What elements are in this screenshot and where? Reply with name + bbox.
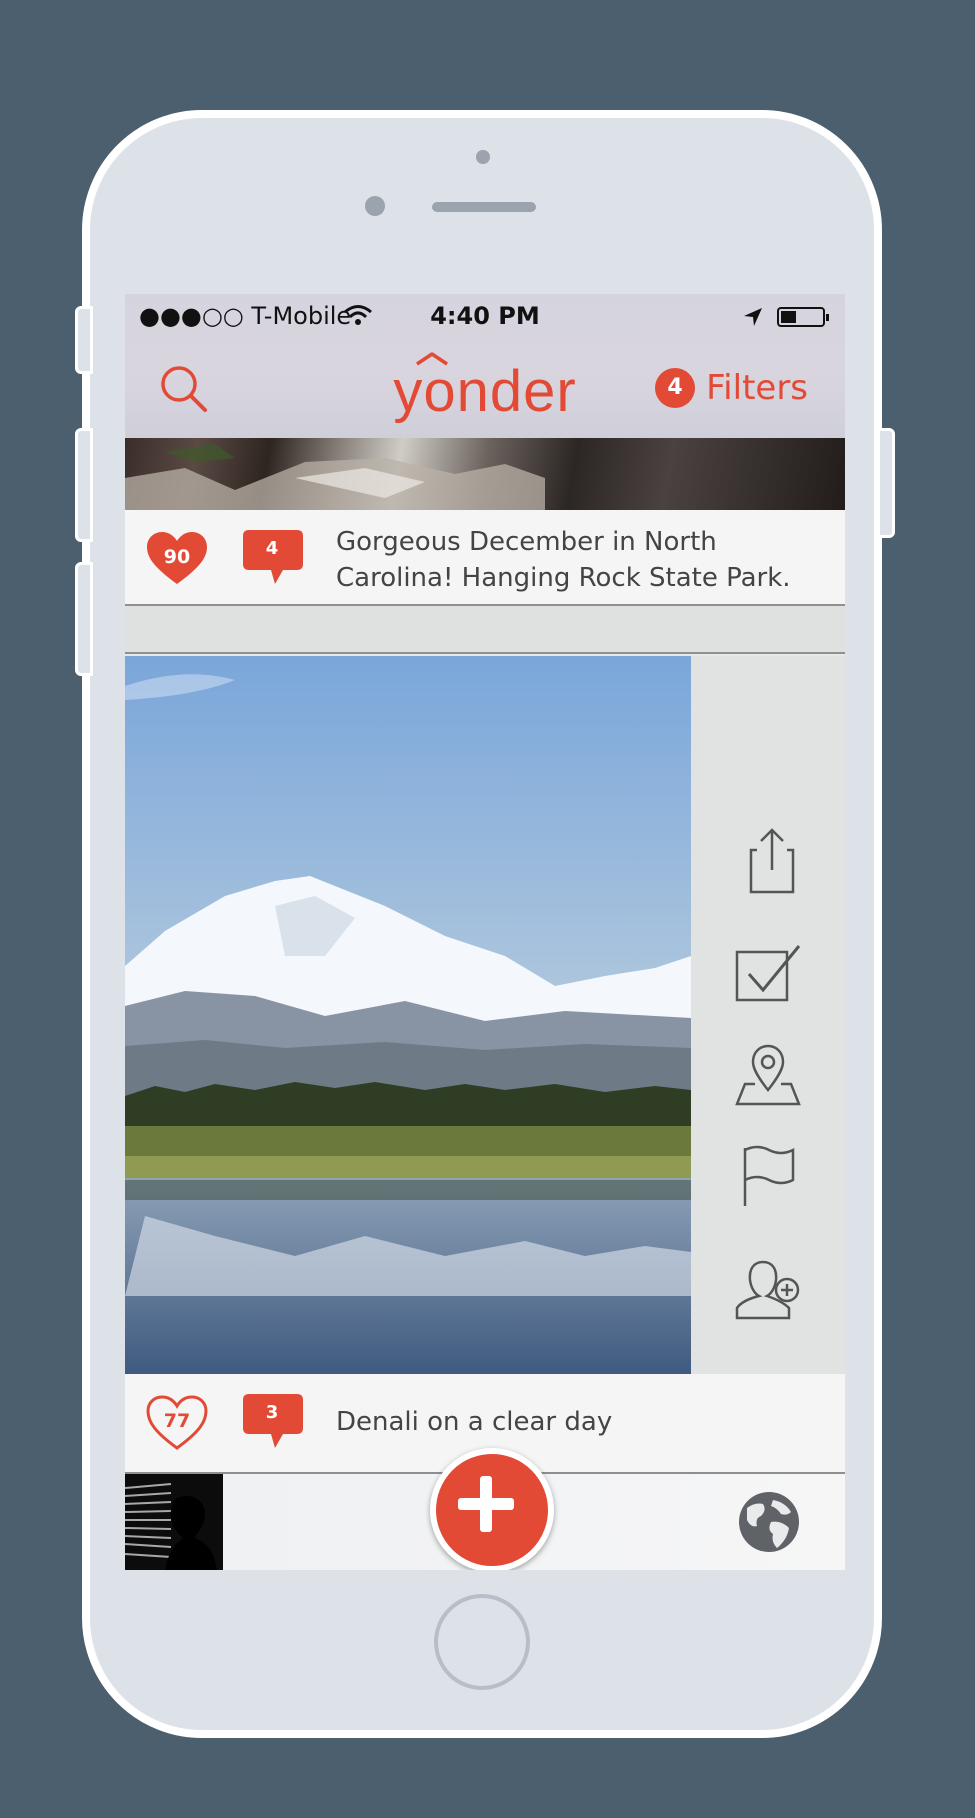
comment-button[interactable]: 4	[241, 528, 305, 590]
rock-photo-art	[125, 444, 545, 510]
like-count: 90	[163, 546, 191, 568]
add-post-button[interactable]	[430, 1448, 554, 1570]
power-button	[877, 428, 895, 538]
post-caption: Gorgeous December in North Carolina! Han…	[336, 527, 791, 593]
post-photo-rocks[interactable]	[125, 438, 845, 510]
follow-user-button[interactable]	[733, 1256, 803, 1326]
map-pin-icon	[735, 1044, 801, 1106]
like-count: 77	[163, 1410, 191, 1432]
comment-count: 3	[265, 1402, 279, 1423]
feed-divider	[125, 606, 845, 654]
volume-up-button	[75, 428, 93, 542]
comment-count: 4	[265, 538, 279, 559]
like-button[interactable]: 90	[145, 530, 209, 588]
bottom-bar	[125, 1448, 845, 1570]
mute-switch	[75, 306, 93, 374]
search-icon	[161, 366, 207, 412]
comment-button[interactable]: 3	[241, 1392, 305, 1454]
search-button[interactable]	[155, 360, 215, 420]
location-button[interactable]	[733, 1040, 803, 1110]
earpiece-speaker	[432, 202, 536, 212]
avatar	[125, 1474, 223, 1570]
home-button[interactable]	[434, 1594, 530, 1690]
post-caption: Denali on a clear day	[336, 1407, 613, 1437]
checkbox-icon	[735, 945, 801, 1002]
status-time: 4:40 PM	[430, 302, 540, 330]
checklist-button[interactable]	[733, 936, 803, 1006]
filters-label: Filters	[706, 368, 809, 408]
battery-icon	[777, 307, 829, 327]
app-screen: ●●●○○ T-Mobile 4:40 PM yonder 4 Filters …	[125, 294, 845, 1570]
post-card: 90 4 Gorgeous December in North Carolina…	[125, 510, 845, 606]
post-actions-panel	[691, 656, 845, 1374]
location-arrow-icon	[742, 306, 764, 334]
filters-button[interactable]: 4 Filters	[655, 368, 808, 412]
explore-globe-button[interactable]	[737, 1490, 801, 1554]
share-icon	[749, 828, 795, 894]
report-button[interactable]	[733, 1140, 803, 1210]
top-bar: ●●●○○ T-Mobile 4:40 PM yonder 4 Filters	[125, 294, 845, 438]
status-bar: ●●●○○ T-Mobile 4:40 PM	[125, 294, 845, 342]
plus-icon	[458, 1476, 514, 1532]
front-camera	[365, 196, 385, 216]
globe-icon	[739, 1492, 799, 1552]
profile-avatar-button[interactable]	[125, 1474, 223, 1570]
proximity-sensor	[476, 150, 490, 164]
post-photo-denali[interactable]	[125, 656, 691, 1374]
filters-count-badge: 4	[655, 368, 695, 408]
share-button[interactable]	[733, 826, 803, 896]
volume-down-button	[75, 562, 93, 676]
flag-icon	[743, 1145, 795, 1206]
add-user-icon	[735, 1260, 800, 1320]
app-logo: yonder	[393, 359, 577, 424]
denali-landscape-art	[125, 656, 691, 1374]
like-button[interactable]: 77	[145, 1394, 209, 1452]
